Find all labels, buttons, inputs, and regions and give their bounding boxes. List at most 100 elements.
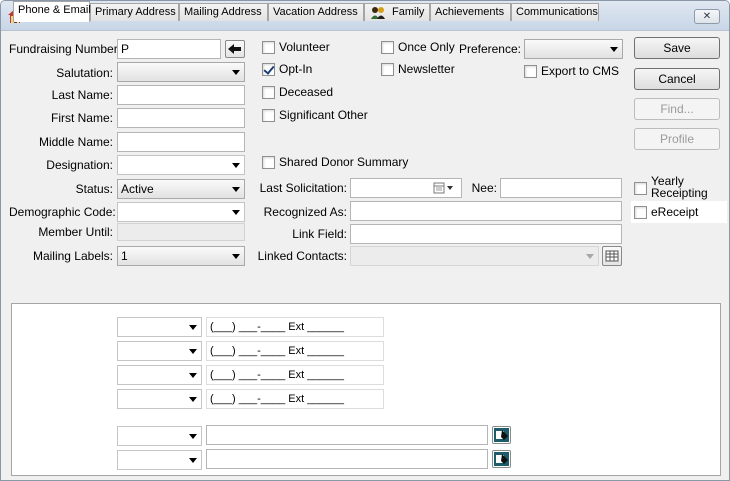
close-icon: ✕ — [702, 11, 712, 22]
newsletter-label: Newsletter — [398, 62, 455, 76]
nee-input[interactable] — [500, 178, 622, 198]
calendar-icon[interactable] — [433, 182, 455, 194]
member-until-input — [117, 223, 245, 241]
tab-vacation-address[interactable]: Vacation Address — [268, 3, 364, 21]
cancel-button[interactable]: Cancel — [634, 68, 720, 90]
status-label: Status: — [75, 182, 113, 196]
ereceipt-checkbox[interactable] — [634, 206, 647, 219]
tab-label: Phone & Email — [18, 4, 91, 16]
phone-number-input[interactable]: (___) ___-____ Ext ______ — [206, 317, 384, 337]
close-button[interactable]: ✕ — [694, 9, 720, 24]
opt-in-label: Opt-In — [279, 62, 313, 76]
send-email-button[interactable] — [492, 450, 511, 468]
mailing-labels-label: Mailing Labels: — [32, 249, 113, 263]
opt-in-checkbox[interactable] — [262, 63, 275, 76]
tab-label: Mailing Address — [184, 6, 262, 18]
tab-label: Achievements — [435, 6, 505, 18]
volunteer-checkbox[interactable] — [262, 41, 275, 54]
mailing-labels-select[interactable]: 1 — [117, 246, 245, 266]
preference-label: Preference: — [458, 42, 521, 56]
phone-number-input[interactable]: (___) ___-____ Ext ______ — [206, 341, 384, 361]
member-until-label: Member Until: — [38, 225, 113, 239]
phone-type-select[interactable] — [117, 341, 202, 361]
email-icon — [494, 428, 509, 442]
find-button: Find... — [634, 98, 720, 120]
grid-icon — [605, 250, 619, 262]
chevron-down-icon — [189, 373, 197, 378]
status-select[interactable]: Active — [117, 179, 245, 199]
arrow-left-icon — [228, 44, 241, 54]
chevron-down-icon — [189, 325, 197, 330]
phone-number-input[interactable]: (___) ___-____ Ext ______ — [206, 365, 384, 385]
chevron-down-icon — [232, 187, 240, 192]
link-field-input[interactable] — [350, 224, 622, 244]
last-name-input[interactable] — [117, 85, 245, 105]
tab-label: Primary Address — [95, 6, 176, 18]
middle-name-label: Middle Name: — [38, 135, 113, 149]
link-field-label: Link Field: — [292, 227, 347, 241]
designation-select[interactable] — [117, 155, 245, 175]
yearly-receipting-label-line2: Receipting — [651, 186, 708, 200]
phone-number-input[interactable]: (___) ___-____ Ext ______ — [206, 389, 384, 409]
recognized-as-label: Recognized As: — [263, 205, 347, 219]
linked-contacts-select — [350, 246, 599, 266]
chevron-down-icon — [586, 254, 594, 259]
tab-label: Family — [392, 6, 425, 18]
salutation-select[interactable] — [117, 62, 245, 82]
volunteer-label: Volunteer — [279, 40, 330, 54]
recognized-as-input[interactable] — [350, 201, 622, 221]
fundraising-number-input[interactable]: P — [117, 39, 221, 59]
export-to-cms-checkbox[interactable] — [524, 65, 537, 78]
once-only-label: Once Only — [398, 40, 455, 54]
donor-maintenance-window: Private Donor Maintenance ✕ Fundraising … — [0, 0, 730, 481]
first-name-input[interactable] — [117, 108, 245, 128]
tab-achievements[interactable]: Achievements — [430, 3, 511, 21]
profile-button: Profile — [634, 128, 720, 150]
last-solicitation-label: Last Solicitation: — [259, 181, 347, 195]
mailing-labels-value: 1 — [121, 249, 128, 263]
chevron-down-icon — [189, 349, 197, 354]
lookup-arrow-button[interactable] — [225, 40, 245, 58]
demographic-code-select[interactable] — [117, 202, 245, 222]
phone-type-select[interactable] — [117, 365, 202, 385]
status-value: Active — [121, 182, 154, 196]
salutation-label: Salutation: — [56, 66, 113, 80]
deceased-label: Deceased — [279, 85, 334, 99]
tab-communications[interactable]: Communications — [511, 3, 599, 21]
email-type-select[interactable] — [117, 426, 202, 446]
tab-family[interactable]: Family — [364, 3, 430, 21]
tab-label: Communications — [516, 6, 598, 18]
phone-type-select[interactable] — [117, 389, 202, 409]
save-button[interactable]: Save — [634, 37, 720, 59]
middle-name-input[interactable] — [117, 132, 245, 152]
yearly-receipting-label: Yearly Receipting — [651, 175, 708, 199]
email-type-select[interactable] — [117, 450, 202, 470]
chevron-down-icon — [232, 70, 240, 75]
once-only-checkbox[interactable] — [381, 41, 394, 54]
chevron-down-icon — [232, 210, 240, 215]
demographic-code-label: Demographic Code: — [9, 205, 116, 219]
chevron-down-icon — [232, 254, 240, 259]
designation-label: Designation: — [46, 158, 113, 172]
people-icon — [371, 7, 385, 19]
email-address-input[interactable] — [206, 425, 488, 445]
tab-primary-address[interactable]: Primary Address — [90, 3, 179, 21]
linked-contacts-table-button[interactable] — [602, 246, 622, 266]
phone-type-select[interactable] — [117, 317, 202, 337]
linked-contacts-label: Linked Contacts: — [257, 249, 347, 263]
tab-phone-email[interactable]: Phone & Email — [13, 1, 91, 22]
send-email-button[interactable] — [492, 426, 511, 444]
fundraising-number-label: Fundraising Number: — [9, 42, 122, 56]
newsletter-checkbox[interactable] — [381, 63, 394, 76]
chevron-down-icon — [189, 434, 197, 439]
email-address-input[interactable] — [206, 449, 488, 469]
preference-select[interactable] — [524, 39, 623, 59]
tab-label: Vacation Address — [273, 6, 358, 18]
tab-mailing-address[interactable]: Mailing Address — [179, 3, 268, 21]
shared-donor-summary-checkbox[interactable] — [262, 156, 275, 169]
yearly-receipting-checkbox[interactable] — [634, 182, 647, 195]
nee-label: Nee: — [471, 181, 497, 195]
ereceipt-label: eReceipt — [651, 205, 699, 219]
significant-other-checkbox[interactable] — [262, 109, 275, 122]
deceased-checkbox[interactable] — [262, 86, 275, 99]
